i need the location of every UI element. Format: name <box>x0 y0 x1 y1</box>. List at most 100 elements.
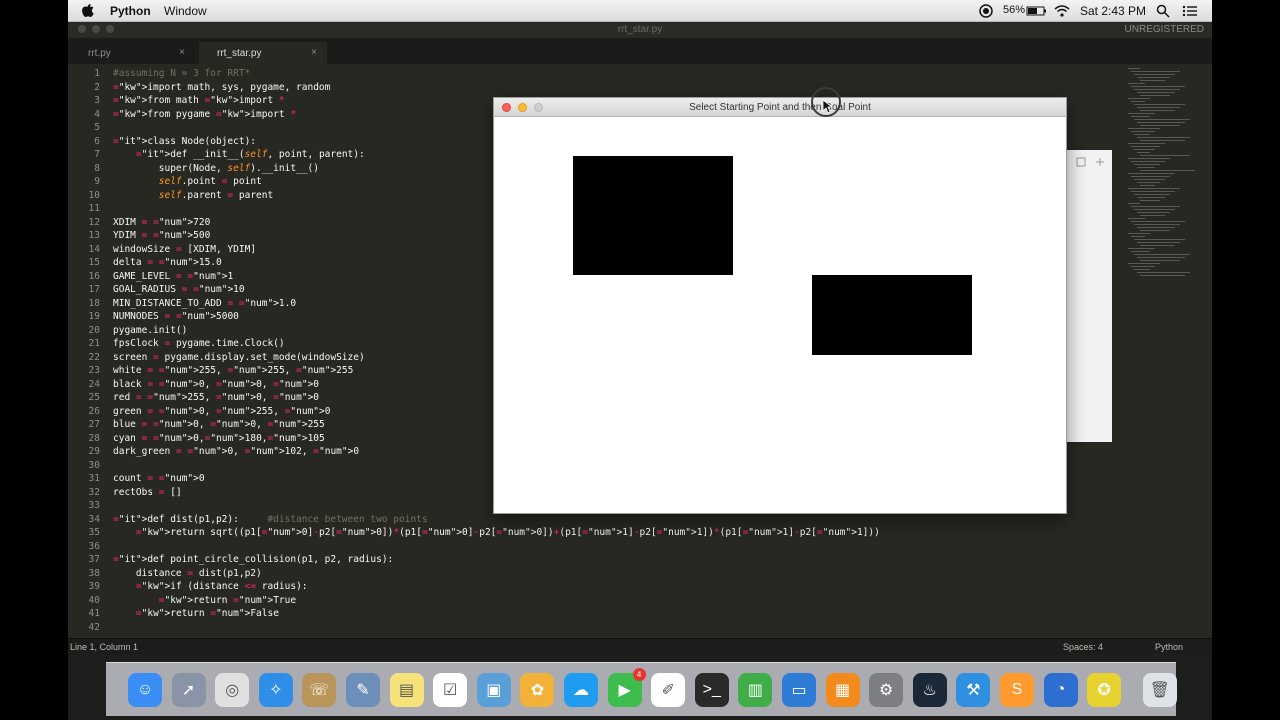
apple-menu-icon[interactable] <box>82 4 94 17</box>
editor-titlebar: rrt_star.py UNREGISTERED <box>68 22 1212 38</box>
line-number-gutter: 1 2 3 4 5 6 7 8 9 10 11 12 13 14 15 16 17 18 19 20 21 22 23 24 2… <box>68 67 100 634</box>
steam-icon[interactable]: ♨ <box>912 673 947 707</box>
minimap-line <box>1134 254 1190 255</box>
code-line[interactable]: ="kw">if (distance <= radius): <box>113 580 880 594</box>
minimap-line <box>1128 173 1175 174</box>
tab-label: rrt.py <box>88 48 111 59</box>
minimap-line <box>1131 146 1160 147</box>
notification-badge: 4 <box>632 668 646 681</box>
record-icon[interactable] <box>979 4 993 18</box>
line-number: 35 <box>88 527 100 538</box>
syntax-setting[interactable]: Python <box>1155 642 1183 652</box>
line-number: 1 <box>94 68 100 79</box>
menubar-clock[interactable]: Sat 2:43 PM <box>1080 4 1146 18</box>
python-launcher-icon[interactable]: ✪ <box>1087 673 1122 707</box>
minimap-line <box>1137 242 1180 243</box>
indentation-setting[interactable]: Spaces: 4 <box>1063 642 1103 652</box>
minimap-line <box>1128 188 1180 189</box>
system-preferences-icon[interactable]: ⚙ <box>869 673 904 707</box>
line-number: 28 <box>88 432 100 444</box>
cursor-position[interactable]: Line 1, Column 1 <box>70 642 138 652</box>
minimap-line <box>1134 164 1160 165</box>
mouse-cursor-icon <box>823 100 833 114</box>
minimap-line <box>1131 101 1145 102</box>
zoom-button[interactable] <box>534 103 543 112</box>
messages-icon[interactable]: ☁ <box>564 673 598 707</box>
line-number: 2 <box>94 81 100 93</box>
background-window[interactable] <box>1066 150 1112 442</box>
minimap-line <box>1128 98 1150 99</box>
editor-zoom-button[interactable] <box>106 25 114 33</box>
xcode-icon[interactable]: ⚒ <box>956 673 991 707</box>
spotlight-search-icon[interactable] <box>1156 4 1170 18</box>
textedit-icon[interactable]: ✐ <box>651 673 686 707</box>
minimap-line <box>1131 161 1165 162</box>
terminal-icon[interactable]: >_ <box>694 673 729 707</box>
minimap-line <box>1137 212 1170 213</box>
wifi-icon[interactable] <box>1054 4 1070 18</box>
line-number: 8 <box>94 162 100 174</box>
minimap-line <box>1140 215 1165 216</box>
photos-icon[interactable]: ✿ <box>520 673 555 707</box>
close-tab-icon[interactable]: × <box>311 47 317 58</box>
minimap-line <box>1134 269 1150 270</box>
minimap-line <box>1131 86 1185 87</box>
license-status: UNREGISTERED <box>1124 24 1204 35</box>
line-number: 11 <box>88 203 100 214</box>
reminders-icon[interactable]: ☑ <box>433 673 468 707</box>
minimap-line <box>1128 68 1140 69</box>
chrome-icon[interactable]: ◎ <box>215 673 250 707</box>
minimap-line <box>1131 236 1145 237</box>
code-line[interactable]: ="it">def point_circle_collision(p1, p2,… <box>113 553 880 567</box>
desktop: Python Window 56% Sat 2:43 PM rrt_star.p… <box>68 0 1212 720</box>
line-number: 3 <box>94 95 100 106</box>
line-number: 33 <box>88 500 100 511</box>
facetime-icon[interactable]: ▶ 4 <box>607 668 646 707</box>
editor-close-button[interactable] <box>78 25 86 33</box>
code-line[interactable]: ="kw">import math, sys, pygame, random <box>113 81 880 95</box>
code-line[interactable]: ="kw">return sqrt((p1[="num">0]-p2[="num… <box>113 526 880 540</box>
app-menu[interactable]: Python <box>110 4 151 18</box>
line-number: 32 <box>88 486 100 498</box>
obstacle-rectangle <box>573 156 733 275</box>
ibooks-icon[interactable]: ▦ <box>825 673 860 707</box>
quicktime-icon[interactable]: ◔ <box>1043 673 1078 707</box>
preview-icon[interactable]: ✎ <box>346 673 380 707</box>
pygame-window-title[interactable]: Select Starting Point and then Goal Poin… <box>494 98 1066 117</box>
launchpad-icon[interactable]: ➚ <box>171 673 206 707</box>
sublime-text-icon[interactable]: S <box>1000 673 1034 707</box>
minimap-line <box>1140 80 1165 81</box>
editor-minimize-button[interactable] <box>92 25 100 33</box>
photo-booth-icon[interactable]: ▣ <box>476 673 511 707</box>
safari-icon[interactable]: ✧ <box>258 673 293 707</box>
contacts-icon[interactable]: ☏ <box>302 673 337 707</box>
notes-icon[interactable]: ▤ <box>389 673 424 707</box>
notification-center-icon[interactable] <box>1182 4 1198 18</box>
minimap-line <box>1131 251 1150 252</box>
tab-label: rrt_star.py <box>217 48 262 59</box>
trash-icon[interactable]: 🗑 <box>1142 673 1177 707</box>
minimap-line <box>1137 272 1190 273</box>
numbers-icon[interactable]: ▥ <box>738 673 773 707</box>
tab-rrt[interactable]: rrt.py × <box>70 42 195 64</box>
minimap-line <box>1140 125 1180 126</box>
window-menu[interactable]: Window <box>164 4 207 18</box>
finder-icon[interactable]: ☺ <box>128 673 162 707</box>
code-line[interactable] <box>113 540 880 554</box>
code-line[interactable]: ="it">def dist(p1,p2): #distance between… <box>113 513 880 527</box>
close-tab-icon[interactable]: × <box>179 47 185 58</box>
tab-rrt-star[interactable]: rrt_star.py × <box>199 42 327 64</box>
battery-icon[interactable] <box>1026 4 1048 18</box>
close-button[interactable] <box>502 103 511 112</box>
code-line[interactable]: ="kw">return ="num">False <box>113 607 880 621</box>
code-line[interactable]: distance = dist(p1,p2) <box>113 567 880 581</box>
code-line[interactable]: ="kw">return ="num">True <box>113 594 880 608</box>
code-line[interactable]: #assuming N = 3 for RRT* <box>113 67 880 81</box>
code-line[interactable] <box>113 621 880 635</box>
keynote-icon[interactable]: ▭ <box>782 673 816 707</box>
minimap-line <box>1128 83 1145 84</box>
minimize-button[interactable] <box>518 103 527 112</box>
pygame-window[interactable]: Select Starting Point and then Goal Poin… <box>493 97 1067 514</box>
minimap-line <box>1128 203 1140 204</box>
minimap[interactable] <box>1098 64 1212 638</box>
